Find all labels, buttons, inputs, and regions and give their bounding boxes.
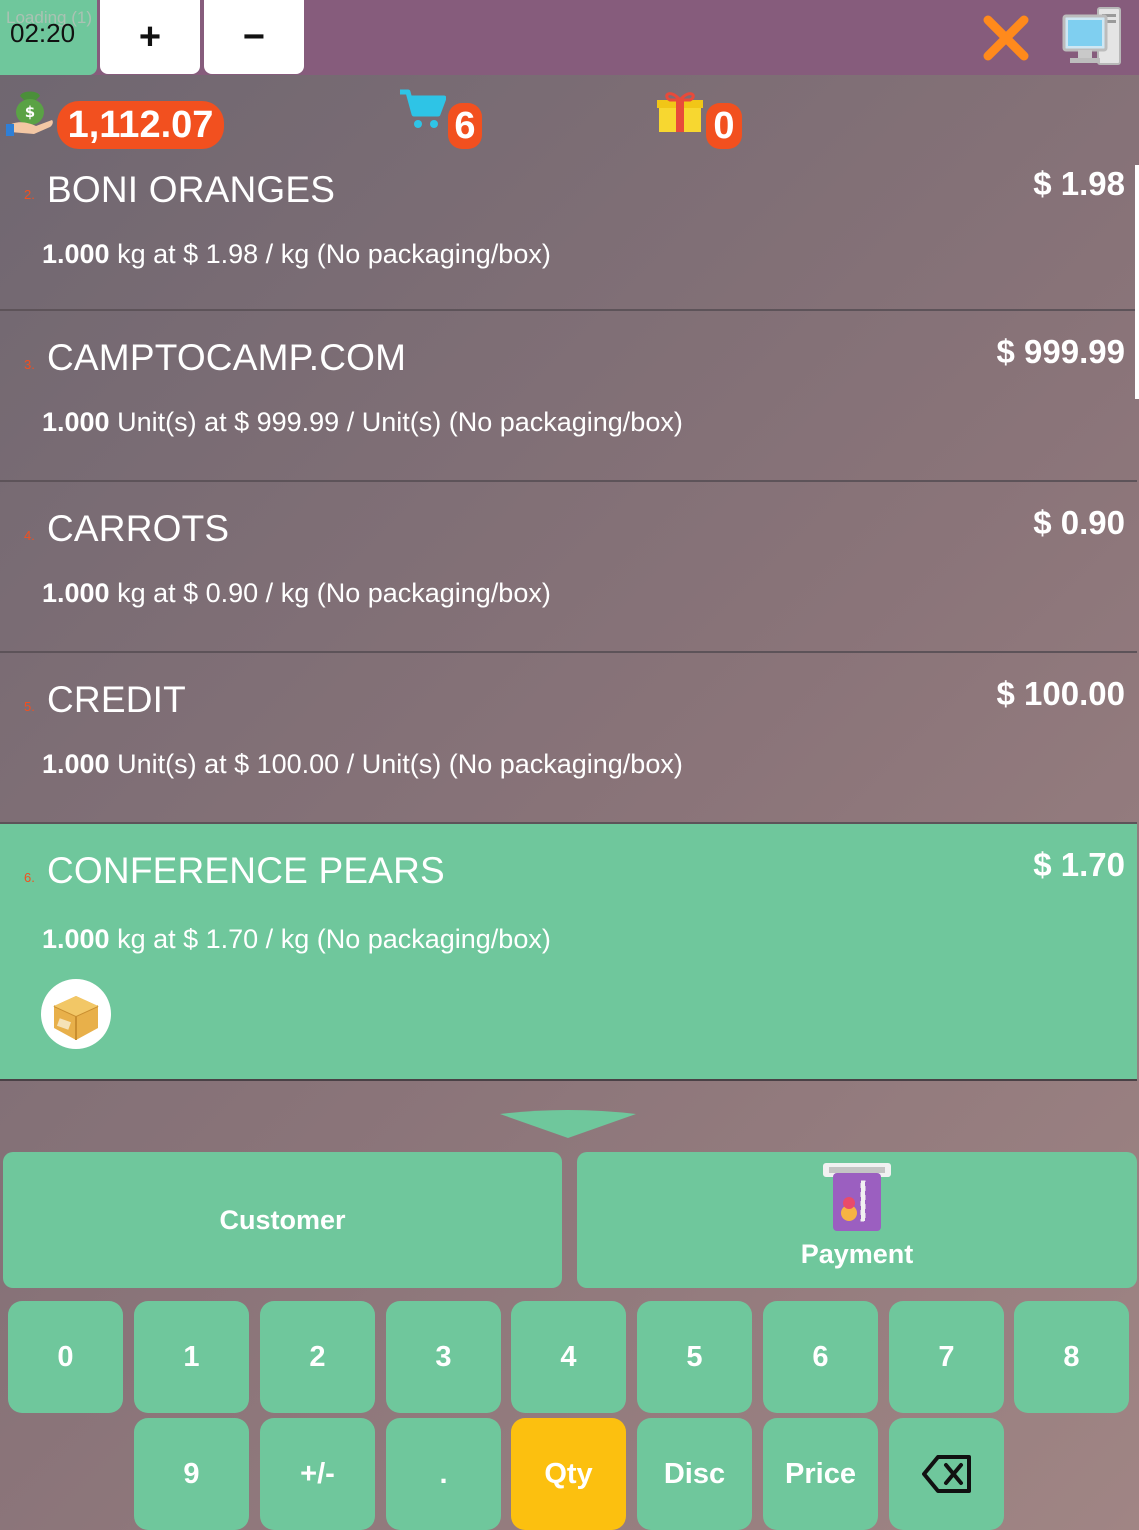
payment-button[interactable]: Payment <box>577 1152 1137 1288</box>
numpad-key-4[interactable]: 4 <box>511 1301 626 1413</box>
zoom-in-button[interactable]: + <box>100 0 200 74</box>
line-index: 2. <box>24 187 35 202</box>
order-line[interactable]: 5. CREDIT $ 100.00 1.000 Unit(s) at $ 10… <box>0 653 1137 824</box>
numpad-backspace[interactable] <box>889 1418 1004 1530</box>
line-price: $ 0.90 <box>1033 504 1125 541</box>
svg-text:$: $ <box>25 103 35 121</box>
line-detail: 1.000 kg at $ 0.90 / kg (No packaging/bo… <box>42 578 551 609</box>
customer-button[interactable]: Customer <box>3 1152 562 1288</box>
order-lines-list[interactable]: 2. BONI ORANGES $ 1.98 1.000 kg at $ 1.9… <box>0 165 1139 1081</box>
line-index: 5. <box>24 699 35 714</box>
cart-icon <box>400 89 446 128</box>
line-qty: 1.000 <box>42 924 110 954</box>
order-line-selected[interactable]: 6. CONFERENCE PEARS $ 1.70 1.000 kg at $… <box>0 824 1137 1081</box>
product-name: CREDIT <box>47 679 186 720</box>
line-detail-text: kg at $ 0.90 / kg (No packaging/box) <box>109 578 551 608</box>
cart-count-badge: 6 <box>448 103 482 149</box>
order-line[interactable]: 2. BONI ORANGES $ 1.98 1.000 kg at $ 1.9… <box>0 165 1137 311</box>
order-line[interactable]: 3. CAMPTOCAMP.COM $ 999.99 1.000 Unit(s)… <box>0 311 1137 482</box>
product-name: CONFERENCE PEARS <box>47 850 445 891</box>
line-detail: 1.000 kg at $ 1.70 / kg (No packaging/bo… <box>42 924 551 955</box>
line-index: 3. <box>24 357 35 372</box>
line-detail-text: Unit(s) at $ 100.00 / Unit(s) (No packag… <box>109 749 683 779</box>
line-qty: 1.000 <box>42 749 110 779</box>
numpad-disc-mode[interactable]: Disc <box>637 1418 752 1530</box>
line-index: 4. <box>24 528 35 543</box>
total-amount-badge: 1,112.07 <box>57 101 224 149</box>
numpad-key-9[interactable]: 9 <box>134 1418 249 1530</box>
monitor-icon[interactable] <box>1062 6 1124 68</box>
line-qty: 1.000 <box>42 407 110 437</box>
package-box-icon[interactable] <box>40 978 112 1050</box>
collapse-arrow-icon[interactable] <box>500 1110 636 1140</box>
numpad-key-8[interactable]: 8 <box>1014 1301 1129 1413</box>
payment-button-label: Payment <box>800 1238 914 1269</box>
customer-button-label: Customer <box>219 1204 346 1235</box>
order-line[interactable]: 4. CARROTS $ 0.90 1.000 kg at $ 0.90 / k… <box>0 482 1137 653</box>
line-qty: 1.000 <box>42 578 110 608</box>
numpad-price-mode[interactable]: Price <box>763 1418 878 1530</box>
numpad-key-6[interactable]: 6 <box>763 1301 878 1413</box>
gift-icon <box>657 92 703 132</box>
numpad-key-0[interactable]: 0 <box>8 1301 123 1413</box>
numpad-decimal[interactable]: . <box>386 1418 501 1530</box>
line-detail-text: Unit(s) at $ 999.99 / Unit(s) (No packag… <box>109 407 683 437</box>
line-qty: 1.000 <box>42 239 110 269</box>
numpad-plus-minus[interactable]: +/- <box>260 1418 375 1530</box>
numpad-key-3[interactable]: 3 <box>386 1301 501 1413</box>
clock-display: 02:20 <box>10 18 76 48</box>
product-name: CARROTS <box>47 508 230 549</box>
numpad-key-5[interactable]: 5 <box>637 1301 752 1413</box>
close-icon[interactable] <box>980 12 1032 64</box>
line-detail-text: kg at $ 1.98 / kg (No packaging/box) <box>109 239 551 269</box>
line-index: 6. <box>24 870 35 885</box>
line-detail: 1.000 Unit(s) at $ 100.00 / Unit(s) (No … <box>42 749 683 780</box>
gift-count-badge: 0 <box>706 103 742 149</box>
session-timer: Loading (1) 02:20 <box>0 0 97 75</box>
top-bar: Loading (1) 02:20 + − <box>0 0 1139 75</box>
numpad-key-2[interactable]: 2 <box>260 1301 375 1413</box>
line-price: $ 1.98 <box>1033 165 1125 202</box>
line-detail: 1.000 Unit(s) at $ 999.99 / Unit(s) (No … <box>42 407 683 438</box>
line-price: $ 1.70 <box>1033 846 1125 883</box>
zoom-out-button[interactable]: − <box>204 0 304 74</box>
product-name: BONI ORANGES <box>47 169 336 210</box>
numpad-qty-mode[interactable]: Qty <box>511 1418 626 1530</box>
line-price: $ 100.00 <box>996 675 1125 712</box>
product-name: CAMPTOCAMP.COM <box>47 337 407 378</box>
money-bag-icon: $ <box>6 91 53 136</box>
line-detail-text: kg at $ 1.70 / kg (No packaging/box) <box>109 924 551 954</box>
backspace-icon <box>921 1455 971 1493</box>
line-detail: 1.000 kg at $ 1.98 / kg (No packaging/bo… <box>42 239 551 270</box>
numpad-key-1[interactable]: 1 <box>134 1301 249 1413</box>
numpad-key-7[interactable]: 7 <box>889 1301 1004 1413</box>
card-payment-icon <box>823 1162 891 1231</box>
order-lines-scrollbar[interactable] <box>1135 165 1139 399</box>
line-price: $ 999.99 <box>996 333 1125 370</box>
